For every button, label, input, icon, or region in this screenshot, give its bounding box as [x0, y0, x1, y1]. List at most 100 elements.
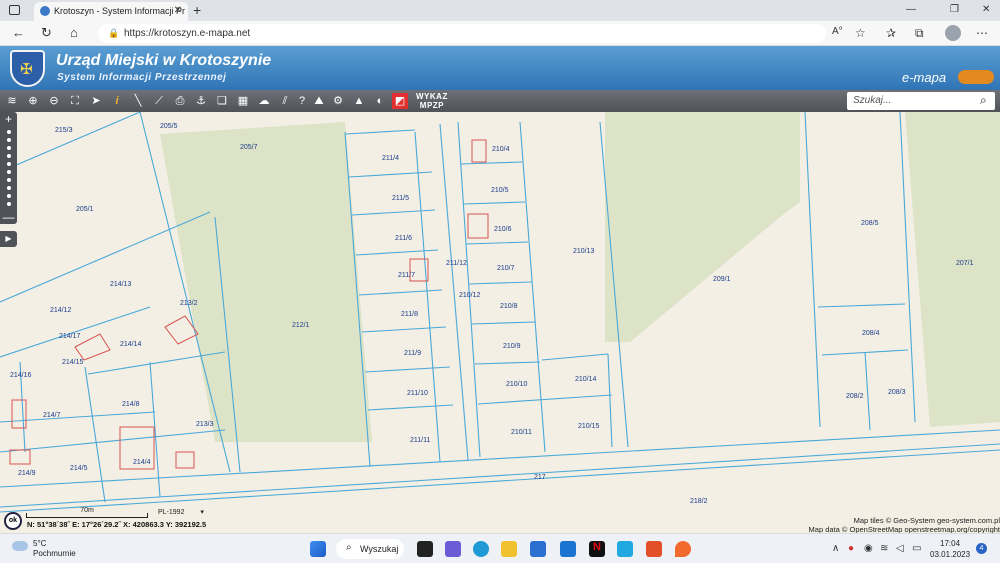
app-subtitle: System Informacji Przestrzennej [57, 72, 227, 83]
expand-panel-icon[interactable]: ▶ [0, 231, 17, 247]
more-menu-icon[interactable]: ⋯ [976, 26, 988, 40]
pointer-icon[interactable]: ➤ [88, 93, 104, 109]
date: 03.01.2023 [930, 550, 971, 559]
wykaz-mpzp-button[interactable]: WYKAZ MPZP [416, 92, 448, 110]
clock[interactable]: 17:04 03.01.2023 [930, 538, 970, 560]
close-window-icon[interactable]: ✕ [982, 4, 990, 15]
taskbar-search[interactable]: ⌕ Wyszukaj [336, 539, 404, 559]
start-icon[interactable] [310, 541, 326, 557]
address-bar: ← ↻ ⌂ 🔒 https://krotoszyn.e-mapa.net A° … [0, 21, 1000, 46]
close-tab-icon[interactable]: ✕ [174, 5, 182, 16]
field-area [905, 112, 1000, 427]
layers-icon[interactable]: ≋ [4, 93, 20, 109]
refresh-icon[interactable]: ↻ [41, 25, 52, 41]
office-icon[interactable] [646, 541, 662, 557]
search-icon: ⌕ [346, 542, 352, 553]
search-label: Wyszukaj [360, 544, 399, 554]
parcel-label: 211/9 [404, 350, 421, 357]
ok-button[interactable]: ok [4, 512, 22, 530]
read-aloud-icon[interactable]: A° [832, 26, 843, 37]
new-tab-icon[interactable]: + [193, 2, 201, 18]
parcel-label: 210/15 [578, 423, 600, 430]
browser-tab[interactable]: Krotoszyn - System Informacji Pr ✕ [34, 2, 188, 21]
parcel-label: 207/1 [956, 260, 974, 267]
url-text: https://krotoszyn.e-mapa.net [124, 28, 251, 39]
url-field[interactable]: 🔒 https://krotoszyn.e-mapa.net [98, 24, 826, 43]
collections-icon[interactable]: ⧉ [915, 26, 924, 41]
cloud-icon [12, 541, 28, 551]
favorites-icon[interactable]: ✰ [886, 26, 896, 40]
browser-tab-strip: Krotoszyn - System Informacji Pr ✕ + — ❐… [0, 0, 1000, 21]
back-icon[interactable]: ← [12, 25, 25, 40]
mpzp-label: MPZP [419, 101, 445, 110]
lock-icon[interactable]: 🔒 [108, 28, 119, 39]
building [471, 139, 487, 163]
settings-icon[interactable]: ⚙ [330, 93, 346, 109]
zoom-in-icon[interactable]: ⊕ [25, 93, 41, 109]
maximize-icon[interactable]: ❐ [950, 4, 959, 15]
teams-icon[interactable] [445, 541, 461, 557]
parcel-label: 213/2 [180, 300, 198, 307]
info-icon[interactable]: i [109, 93, 125, 109]
search-icon[interactable]: ⌕ [980, 93, 987, 108]
app-l-icon[interactable] [617, 541, 633, 557]
crs-select[interactable]: PL-1992 ▾ [158, 508, 204, 516]
zoom-out-icon[interactable]: ⊖ [46, 93, 62, 109]
parcel-lines [0, 112, 1000, 513]
parcel-label: 214/17 [59, 333, 81, 340]
parcel-label: 210/14 [575, 376, 597, 383]
add-favorite-icon[interactable]: ☆ [855, 26, 866, 40]
map-canvas[interactable]: 215/3 205/5 205/7 205/1 214/13 214/12 213/2 214… [0, 112, 1000, 533]
parcel-label: 210/13 [573, 248, 595, 255]
cloud-shape-icon[interactable]: ☁ [256, 93, 272, 109]
maps-pin-icon[interactable] [675, 541, 691, 557]
parcel-label: 210/7 [497, 265, 515, 272]
time: 17:04 [940, 539, 961, 548]
task-view-icon[interactable] [417, 541, 433, 557]
mountains-icon[interactable]: ⛰ [311, 93, 327, 109]
layout-icon[interactable]: ▦ [235, 93, 251, 109]
attribution-tiles[interactable]: Map tiles © Geo-System geo-system.com.pl [854, 516, 1000, 525]
volume-icon[interactable]: ◁ [896, 543, 904, 554]
store-icon[interactable] [530, 541, 546, 557]
help-icon[interactable]: ? [294, 93, 310, 109]
hatch-icon[interactable]: ⫽ [277, 93, 293, 109]
file-explorer-icon[interactable] [501, 541, 517, 557]
parcel-label: 218/2 [690, 498, 708, 505]
parcel-label: 214/12 [50, 307, 72, 314]
triangle-icon[interactable]: ▲ [351, 93, 367, 109]
zoom-slider[interactable]: + — [0, 112, 17, 224]
red-flag-icon[interactable]: ◩ [392, 93, 408, 109]
copy-icon[interactable]: ❏ [214, 93, 230, 109]
mail-icon[interactable] [560, 541, 576, 557]
building [164, 315, 199, 345]
anchor-icon[interactable]: ⚓ [193, 93, 209, 109]
battery-icon[interactable]: ▭ [912, 543, 921, 554]
zoom-in-small-icon[interactable]: + [0, 112, 17, 126]
parcel-label: 214/7 [43, 412, 61, 419]
measure-area-icon[interactable]: ⟋ [151, 93, 167, 109]
weather-text: Pochmurnie [33, 549, 76, 558]
parcel-map[interactable] [0, 112, 1000, 533]
zoom-out-small-icon[interactable]: — [0, 210, 17, 224]
tray-app-icon[interactable]: ● [848, 543, 854, 554]
chevron-up-icon[interactable]: ∧ [832, 543, 839, 554]
full-extent-icon[interactable]: ⛶ [67, 93, 83, 109]
app-title: Urząd Miejski w Krotoszynie [56, 52, 272, 69]
edge-icon[interactable] [473, 541, 489, 557]
profile-avatar[interactable] [945, 25, 961, 41]
building [9, 449, 31, 465]
toggle-icon[interactable]: ◐ [372, 93, 388, 109]
search-input[interactable]: Szukaj... [847, 92, 995, 110]
minimize-icon[interactable]: — [906, 4, 916, 15]
wifi-icon[interactable]: ≋ [880, 543, 888, 554]
measure-line-icon[interactable]: ╲ [130, 93, 146, 109]
notification-badge[interactable]: 4 [976, 543, 987, 554]
home-icon[interactable]: ⌂ [70, 25, 78, 40]
print-icon[interactable]: ⎙ [172, 93, 188, 109]
netflix-icon[interactable]: N [589, 541, 605, 557]
tray-app-icon-2[interactable]: ◉ [864, 543, 873, 554]
favicon-icon [40, 6, 50, 16]
parcel-label: 210/10 [506, 381, 528, 388]
tab-actions-icon[interactable] [9, 5, 20, 15]
